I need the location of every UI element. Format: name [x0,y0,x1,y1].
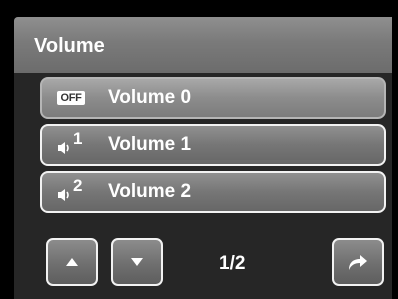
volume-level-number: 2 [73,176,83,195]
menu-item-label: Volume 2 [108,181,192,202]
menu-item-volume-0[interactable]: OFF Volume 0 [40,77,386,119]
page-title: Volume [34,35,105,57]
speaker-level-1-icon: 1 [51,129,91,161]
page-indicator: 1/2 [219,253,246,274]
menu-item-label: Volume 0 [108,87,192,108]
menu-item-label: Volume 1 [108,134,192,155]
return-arrow-icon [349,255,367,270]
menu-item-volume-1[interactable]: 1 Volume 1 [40,124,386,166]
volume-level-number: 1 [73,129,83,148]
menu-item-volume-2[interactable]: 2 Volume 2 [40,171,386,213]
up-arrow-icon [66,258,78,266]
page-down-button[interactable] [111,238,163,286]
sound-off-icon: OFF [42,79,100,117]
back-button[interactable] [332,238,384,286]
title-bar: Volume [14,17,392,73]
speaker-level-2-icon: 2 [51,176,91,208]
down-arrow-icon [131,258,143,266]
page-up-button[interactable] [46,238,98,286]
